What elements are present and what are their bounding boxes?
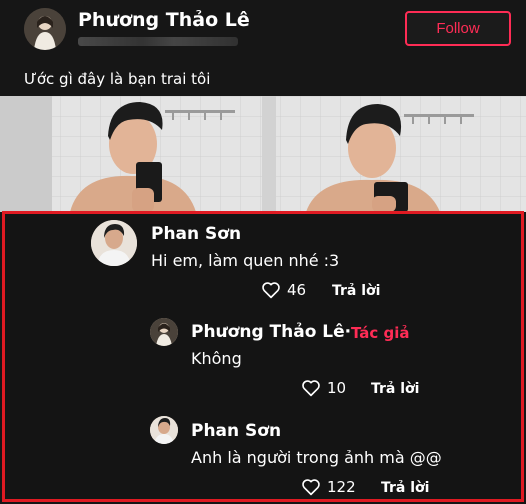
author-avatar[interactable] xyxy=(24,8,66,50)
author-name[interactable]: Phương Thảo Lê xyxy=(78,9,250,31)
reply-button[interactable]: Trả lời xyxy=(332,283,380,299)
comment-author-name[interactable]: Phương Thảo Lê· xyxy=(191,322,351,342)
heart-icon xyxy=(301,379,321,397)
follow-button[interactable]: Follow xyxy=(405,11,511,46)
post-header: Phương Thảo Lê Follow xyxy=(0,0,526,62)
comment-text: Anh là người trong ảnh mà @@ xyxy=(191,448,442,467)
heart-icon xyxy=(261,281,281,299)
like-button[interactable]: 122 xyxy=(301,478,356,496)
author-tag-badge: Tác giả xyxy=(351,324,410,342)
post-photo[interactable] xyxy=(0,96,526,212)
like-button[interactable]: 10 xyxy=(301,379,346,397)
author-subtitle-blurred xyxy=(78,37,238,46)
commenter-avatar[interactable] xyxy=(150,416,178,444)
commenter-avatar[interactable] xyxy=(91,220,137,266)
comment-author-name[interactable]: Phan Sơn xyxy=(151,224,241,244)
reply-button[interactable]: Trả lời xyxy=(371,381,419,397)
post-caption: Ước gì đây là bạn trai tôi xyxy=(24,70,211,88)
reply-button[interactable]: Trả lời xyxy=(381,480,429,496)
heart-icon xyxy=(301,478,321,496)
comments-section: Phan Sơn Hi em, làm quen nhé :3 46 Trả l… xyxy=(2,211,524,502)
like-button[interactable]: 46 xyxy=(261,281,306,299)
comment-text: Không xyxy=(191,349,242,368)
comment-author-name[interactable]: Phan Sơn xyxy=(191,421,281,441)
like-count: 122 xyxy=(327,478,356,496)
like-count: 10 xyxy=(327,379,347,397)
comment-text: Hi em, làm quen nhé :3 xyxy=(151,251,340,270)
commenter-avatar[interactable] xyxy=(150,318,178,346)
like-count: 46 xyxy=(287,281,307,299)
